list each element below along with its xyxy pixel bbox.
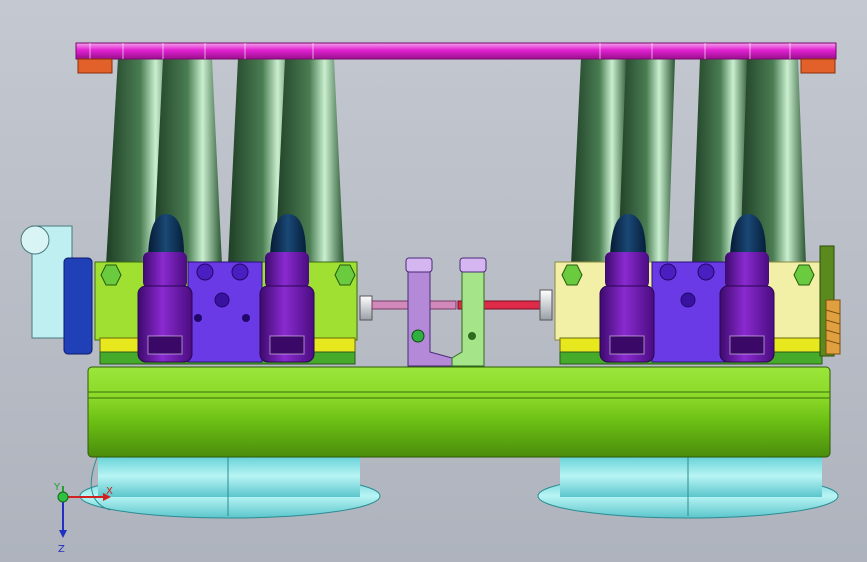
trumpets[interactable] [106,58,806,265]
fuel-rail[interactable] [87,366,831,458]
linkage-bracket-right[interactable] [451,267,485,367]
plate-end-left[interactable] [77,58,113,74]
throttle-linkage[interactable] [359,257,553,367]
triad-y-label: Y [53,482,61,493]
center-block-right[interactable] [651,261,727,363]
triad-z-label: Z [58,544,65,555]
assembly-view[interactable]: X Y Z [0,0,867,562]
tps-sensor[interactable] [20,225,93,355]
triad-x-label: X [106,486,113,497]
cad-viewport[interactable]: X Y Z [0,0,867,562]
linkage-bracket-left[interactable] [407,267,453,367]
return-spring[interactable] [819,245,841,357]
plate-end-right[interactable] [800,58,836,74]
air-horns[interactable] [79,454,839,519]
center-block-left[interactable] [187,261,263,363]
